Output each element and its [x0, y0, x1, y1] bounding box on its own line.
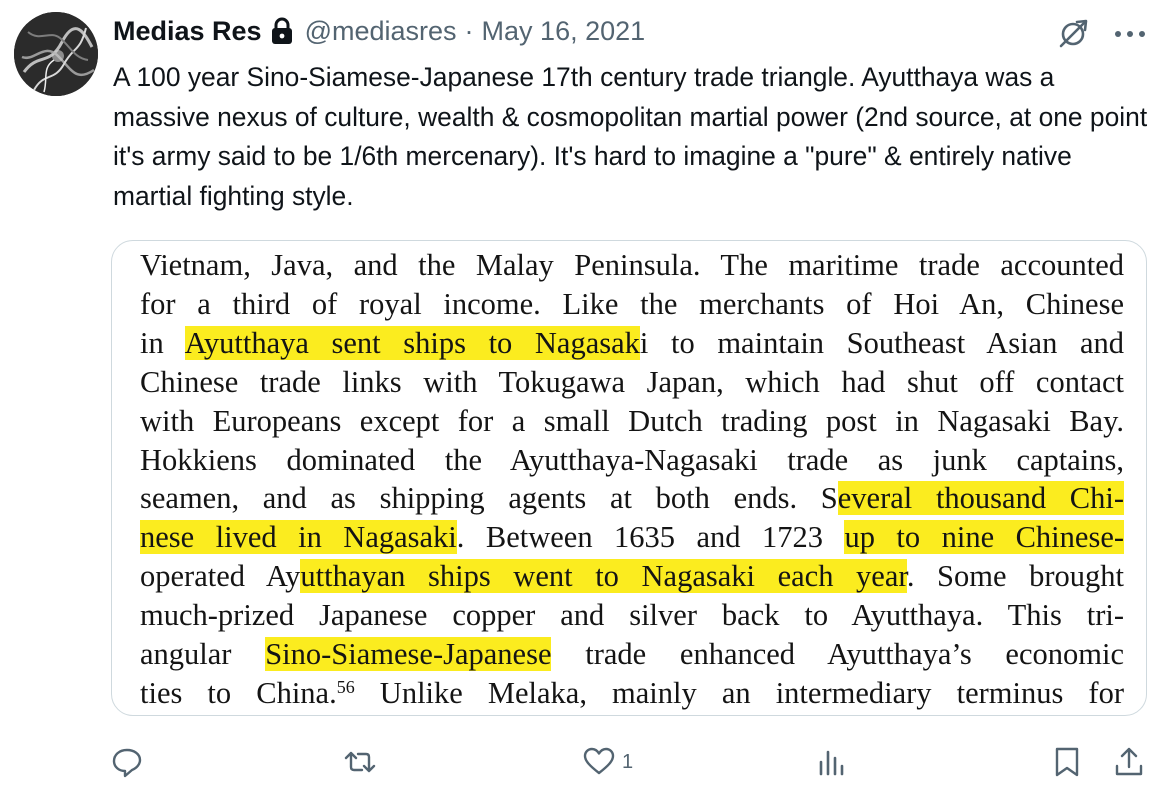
reply-icon: [112, 748, 142, 778]
scan-text: Hokkiens dominated the Ayutthaya-Nagasak…: [140, 442, 1124, 477]
scan-line: nese lived in Nagasaki. Between 1635 and…: [140, 517, 1125, 557]
scan-text: Unlike Melaka, mainly an intermediary te…: [354, 675, 1124, 710]
more-icon[interactable]: [1110, 16, 1150, 52]
action-bar: 1: [0, 740, 1173, 784]
scan-text: . Some brought: [906, 559, 1125, 594]
avatar-image: [14, 12, 98, 96]
scanned-book-page: Vietnam, Java, and the Malay Peninsula. …: [112, 241, 1146, 715]
scan-text: Vietnam, Java, and the Malay Peninsula. …: [140, 248, 1124, 282]
scan-text: ties to China.: [140, 675, 337, 710]
scan-line: Hokkiens dominated the Ayutthaya-Nagasak…: [140, 440, 1124, 480]
highlighted-text: everal thousand Chi-: [837, 481, 1124, 516]
scan-line: in Ayutthaya sent ships to Nagasaki to m…: [140, 323, 1124, 363]
scan-text: angular: [140, 637, 266, 671]
scan-line: for a third of royal income. Like the me…: [140, 284, 1124, 324]
lock-icon: [271, 17, 293, 45]
scan-line: much-prized Japanese copper and silver b…: [140, 595, 1124, 635]
highlighted-text: utthayan ships went to Nagasaki each yea…: [300, 559, 907, 594]
handle[interactable]: @mediasres: [305, 14, 457, 48]
like-button[interactable]: 1: [582, 740, 633, 784]
scan-line: angular Sino-Siamese-Japanese trade enha…: [140, 634, 1124, 674]
retweet-icon: [344, 751, 376, 773]
bookmark-icon: [1055, 747, 1079, 777]
tweet-header: Medias Res @mediasres · May 16, 2021: [113, 14, 645, 48]
scan-text: 56: [336, 676, 355, 697]
scan-text: in: [140, 325, 185, 360]
highlighted-text: nese lived in Nagasaki: [140, 520, 457, 555]
highlighted-text: Ayutthaya sent ships to Nagasak: [184, 325, 640, 360]
reply-button[interactable]: [110, 740, 144, 784]
bookmark-button[interactable]: [1050, 740, 1084, 784]
scan-line: Vietnam, Java, and the Malay Peninsula. …: [140, 245, 1124, 285]
highlighted-text: Sino-Siamese-Japanese: [265, 637, 552, 671]
scan-text: trade enhanced Ayutthaya’s economic: [551, 637, 1124, 671]
like-icon: [583, 747, 615, 775]
scan-text: for a third of royal income. Like the me…: [140, 286, 1124, 321]
tweet-text: A 100 year Sino-Siamese-Japanese 17th ce…: [113, 62, 1148, 211]
separator-dot: ·: [464, 16, 474, 46]
share-button[interactable]: [1112, 740, 1146, 784]
scan-text: much-prized Japanese copper and silver b…: [140, 598, 1124, 633]
views-icon: [819, 750, 844, 776]
scan-line: with Europeans except for a small Dutch …: [140, 401, 1124, 441]
scan-text: with Europeans except for a small Dutch …: [140, 403, 1124, 438]
scan-text: Chinese trade links with Tokugawa Japan,…: [140, 364, 1124, 399]
share-icon: [1115, 747, 1143, 776]
scan-text: operated Ay: [140, 559, 301, 594]
scan-line: seamen, and as shipping agents at both e…: [140, 478, 1124, 518]
highlighted-text: up to nine Chinese-: [844, 520, 1125, 555]
grok-icon[interactable]: [1055, 16, 1091, 52]
scan-line: ties to China.56 Unlike Melaka, mainly a…: [140, 673, 1124, 713]
views-button[interactable]: [815, 740, 849, 784]
scan-text: . Between 1635 and 1723: [456, 520, 845, 555]
timestamp[interactable]: May 16, 2021: [482, 14, 646, 48]
tweet[interactable]: Medias Res @mediasres · May 16, 2021 A 1…: [0, 0, 1173, 810]
retweet-button[interactable]: [343, 740, 377, 784]
display-name[interactable]: Medias Res: [113, 14, 262, 48]
scan-line: operated Ayutthayan ships went to Nagasa…: [140, 556, 1124, 596]
avatar[interactable]: [14, 12, 98, 96]
like-count: 1: [622, 750, 634, 773]
scan-line: Chinese trade links with Tokugawa Japan,…: [140, 362, 1124, 402]
scan-text: seamen, and as shipping agents at both e…: [140, 481, 838, 516]
tweet-media[interactable]: Vietnam, Java, and the Malay Peninsula. …: [111, 240, 1147, 716]
scan-text: i to maintain Southeast Asian and: [639, 325, 1124, 360]
